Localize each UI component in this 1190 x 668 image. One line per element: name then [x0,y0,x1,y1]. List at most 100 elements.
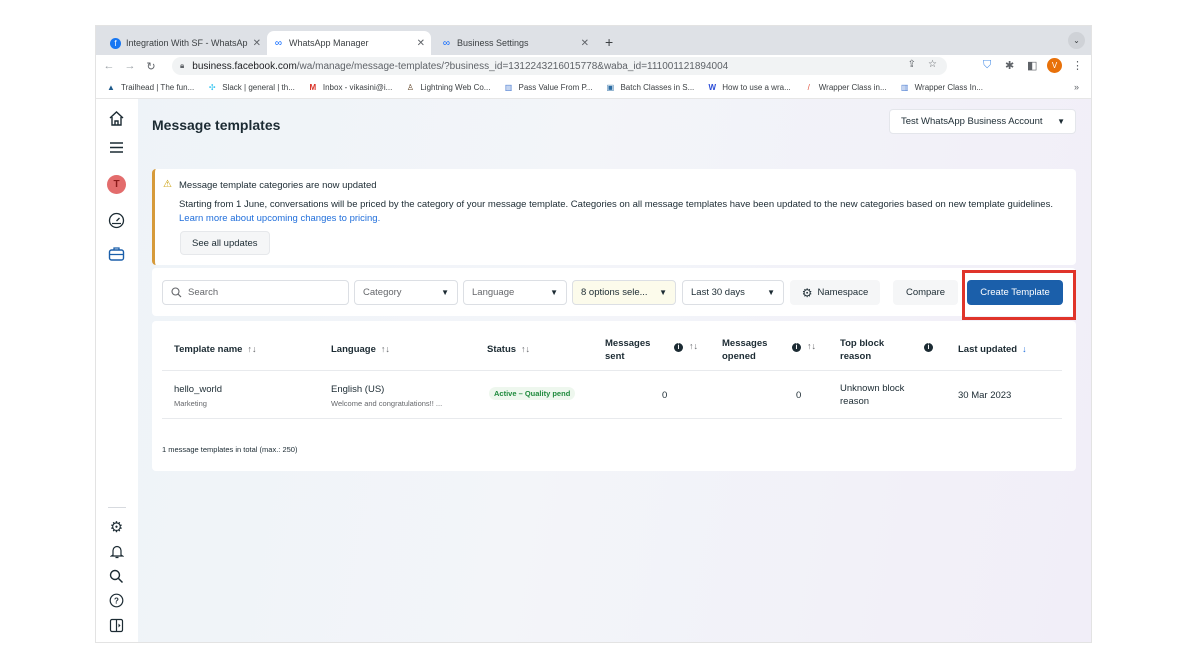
browser-menu-icon[interactable]: ⋮ [1072,59,1083,72]
messages-sent-value: 0 [662,390,668,401]
tab-strip: f Integration With SF - WhatsAp ✕ ∞ What… [96,26,1091,55]
column-header-language[interactable]: Language ↑↓ [331,343,390,356]
page-icon: ▣ [606,83,615,92]
bookmarks-overflow-button[interactable]: » [1074,82,1079,92]
tab-integration-sf[interactable]: f Integration With SF - WhatsAp ✕ [104,31,267,55]
filter-bar: Search Category ▼ Language ▼ 8 options sel… [152,268,1076,316]
reload-icon[interactable]: ↻ [143,60,159,73]
close-tab-icon[interactable]: ✕ [581,38,589,49]
create-template-highlight-box [962,270,1076,320]
search-input[interactable]: Search [162,280,349,305]
bookmark-item[interactable]: ✣ Slack | general | th... [207,83,295,93]
bookmark-item[interactable]: ▲ Trailhead | The fun... [106,83,194,93]
extension-shield-icon[interactable]: ⛉ [983,59,991,72]
lock-icon: 🔒︎ [180,61,185,70]
banner-body: Starting from 1 June, conversations will… [179,199,1053,224]
browser-window: f Integration With SF - WhatsAp ✕ ∞ What… [95,25,1092,643]
gear-icon: ⚙ [801,285,813,300]
status-badge: Active – Quality pend [489,387,576,400]
column-header-status[interactable]: Status ↑↓ [487,343,530,356]
info-icon[interactable]: i [924,343,933,352]
briefcase-icon[interactable] [107,244,126,263]
browser-toolbar: ← → ↻ 🔒︎ business.facebook.com/wa/manage… [96,55,1091,77]
template-name[interactable]: hello_world [174,383,222,396]
w-icon: W [708,83,717,92]
slack-icon: ✣ [208,83,216,92]
caret-down-icon: ▼ [550,288,558,297]
business-avatar[interactable]: T [107,175,126,194]
extensions-puzzle-icon[interactable]: ✱ [1005,59,1014,72]
search-icon[interactable] [107,567,126,586]
pricing-changes-link[interactable]: Learn more about upcoming changes to pri… [179,213,380,224]
profile-avatar[interactable]: V [1047,58,1062,73]
search-icon [171,287,182,298]
dashboard-gauge-icon[interactable] [107,211,126,230]
tab-business-settings[interactable]: ∞ Business Settings ✕ [435,31,595,55]
menu-icon[interactable] [107,138,126,157]
sort-icon: ↑↓ [247,344,257,354]
bookmark-item[interactable]: / Wrapper Class in... [804,83,887,93]
bookmark-item[interactable]: ▥ Pass Value From P... [503,83,593,93]
status-dropdown[interactable]: 8 options sele... ▼ [572,280,676,305]
sort-icon: ↑↓ [521,344,531,354]
info-icon[interactable]: i [792,343,801,352]
see-all-updates-button[interactable]: See all updates [180,231,270,255]
forward-icon[interactable]: → [122,60,138,72]
tab-search-button[interactable]: ⌄ [1068,32,1085,49]
home-icon[interactable] [107,109,126,128]
template-category: Marketing [174,399,207,408]
bookmark-star-icon[interactable]: ☆ [928,59,937,70]
column-header-last-updated[interactable]: Last updated ↓ [958,343,1027,356]
bookmark-item[interactable]: ▥ Wrapper Class In... [900,83,983,93]
meta-icon: ∞ [274,37,283,49]
meta-icon: ∞ [442,37,451,49]
tab-whatsapp-manager[interactable]: ∞ WhatsApp Manager ✕ [267,31,431,55]
column-header-messages-sent[interactable]: Messages sent [605,337,665,363]
namespace-button[interactable]: ⚙ Namespace [790,280,880,305]
sort-icon: ↑↓ [380,344,390,354]
date-range-dropdown[interactable]: Last 30 days ▼ [682,280,784,305]
svg-text:?: ? [114,597,119,606]
info-icon[interactable]: i [674,343,683,352]
settings-gear-icon[interactable]: ⚙ [107,517,126,536]
sort-icon[interactable]: ↑↓ [689,341,698,351]
bookmark-item[interactable]: M Inbox - vikasini@i... [308,83,393,93]
last-updated-value: 30 Mar 2023 [958,390,1012,401]
sort-icon[interactable]: ↑↓ [807,341,816,351]
header-divider [162,370,1062,371]
back-icon[interactable]: ← [101,60,117,72]
help-icon[interactable]: ? [107,591,126,610]
category-dropdown[interactable]: Category ▼ [354,280,458,305]
banner-title: Message template categories are now upda… [179,180,377,191]
whatsapp-manager-app: T ⚙ ? Message templates Test WhatsApp Bu… [96,99,1091,642]
template-preview: Welcome and congratulations!! ... [331,399,443,408]
close-tab-icon[interactable]: ✕ [253,38,261,49]
notifications-bell-icon[interactable] [107,542,126,561]
facebook-icon: f [110,37,121,49]
caret-down-icon: ▼ [441,288,449,297]
bookmark-item[interactable]: ▣ Batch Classes in S... [605,83,695,93]
page-title: Message templates [152,117,281,133]
new-tab-button[interactable]: + [605,34,613,50]
templates-total: 1 message templates in total (max.: 250) [162,445,298,454]
compare-button[interactable]: Compare [893,280,958,305]
panel-toggle-icon[interactable] [107,616,126,635]
chart-icon: ▥ [504,83,513,92]
side-panel-icon[interactable]: ◧ [1027,59,1037,72]
column-header-messages-opened[interactable]: Messages opened [722,337,782,363]
address-bar[interactable]: 🔒︎ business.facebook.com/wa/manage/messa… [172,57,947,75]
language-dropdown[interactable]: Language ▼ [463,280,567,305]
column-header-template-name[interactable]: Template name ↑↓ [174,343,256,356]
bookmarks-bar: ▲ Trailhead | The fun... ✣ Slack | general… [96,77,1091,99]
left-nav-rail: T ⚙ ? [96,99,138,642]
bookmark-item[interactable]: ♙ Lightning Web Co... [405,83,491,93]
account-selector[interactable]: Test WhatsApp Business Account ▼ [889,109,1076,134]
warning-icon: ⚠ [163,179,172,190]
trailhead-icon: ▲ [107,83,115,92]
close-tab-icon[interactable]: ✕ [417,38,425,49]
bookmark-item[interactable]: W How to use a wra... [707,83,790,93]
pen-icon: / [807,83,810,92]
share-icon[interactable]: ⇪ [908,59,916,70]
person-icon: ♙ [406,83,414,92]
sort-descending-icon: ↓ [1022,344,1027,354]
